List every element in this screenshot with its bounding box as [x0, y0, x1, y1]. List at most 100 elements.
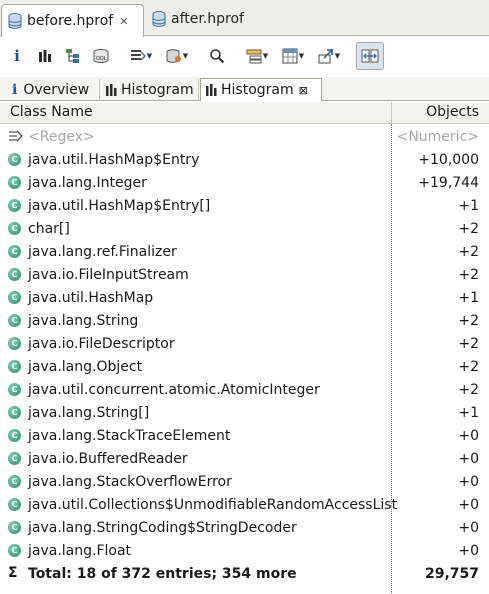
- class-name-cell: java.lang.Object: [28, 358, 143, 375]
- class-name-cell: java.lang.Float: [28, 542, 132, 559]
- column-divider[interactable]: [391, 102, 392, 124]
- objects-delta-cell: +10,000: [418, 151, 479, 168]
- table-body: <Regex> <Numeric> Cjava.util.HashMap$Ent…: [0, 125, 489, 585]
- editor-tab-after-hprof[interactable]: after.hprof: [146, 4, 250, 34]
- histogram-icon: [106, 84, 117, 96]
- class-icon: C: [8, 544, 21, 557]
- table-row[interactable]: Cjava.util.HashMap$Entry +10,000: [0, 148, 489, 171]
- dropdown-arrow-icon: ▼: [182, 52, 189, 60]
- compare-icon: [361, 49, 379, 63]
- table-row[interactable]: Cjava.lang.ref.Finalizer +2: [0, 240, 489, 263]
- class-icon: C: [8, 337, 21, 350]
- filter-icon: [9, 130, 23, 142]
- table-row[interactable]: Cjava.util.concurrent.atomic.AtomicInteg…: [0, 378, 489, 401]
- heap-dump-icon: [152, 11, 166, 27]
- tab-label: Overview: [23, 82, 90, 98]
- editor-tab-bar: before.hprof ✕ after.hprof: [0, 0, 489, 37]
- numeric-filter-input[interactable]: <Numeric>: [397, 129, 479, 145]
- overview-button[interactable]: i: [4, 43, 30, 69]
- histogram-table: Class Name Objects <Regex> <Numeric> Cja…: [0, 102, 489, 594]
- result-tab-bar: i Overview Histogram Histogram ⊠: [0, 77, 489, 102]
- search-icon: [210, 49, 225, 64]
- editor-tab-label: after.hprof: [171, 11, 244, 27]
- class-icon: C: [8, 452, 21, 465]
- class-icon: C: [8, 521, 21, 534]
- class-icon: C: [8, 245, 21, 258]
- total-value: 29,757: [424, 565, 479, 582]
- dominator-tree-button[interactable]: [60, 43, 86, 69]
- table-header: Class Name Objects: [0, 102, 489, 124]
- calculate-size-dropdown[interactable]: ▼: [276, 43, 310, 69]
- histogram-icon: [206, 84, 217, 96]
- export-dropdown[interactable]: ▼: [312, 43, 346, 69]
- class-name-cell: java.lang.Integer: [28, 174, 147, 191]
- filter-row[interactable]: <Regex> <Numeric>: [0, 125, 489, 148]
- class-icon: C: [8, 176, 21, 189]
- table-row[interactable]: Cjava.lang.String +2: [0, 309, 489, 332]
- objects-delta-cell: +2: [458, 358, 479, 375]
- query-browser-dropdown[interactable]: ▼: [160, 43, 194, 69]
- column-header-class-name[interactable]: Class Name: [10, 104, 93, 120]
- objects-delta-cell: +2: [458, 381, 479, 398]
- objects-delta-cell: +0: [458, 473, 479, 490]
- objects-delta-cell: +0: [458, 496, 479, 513]
- thread-icon: [130, 50, 146, 61]
- objects-delta-cell: +1: [458, 197, 479, 214]
- table-row[interactable]: Cjava.lang.Float +0: [0, 539, 489, 562]
- table-row[interactable]: Cjava.lang.Object +2: [0, 355, 489, 378]
- class-name-cell: java.lang.StackTraceElement: [28, 427, 231, 444]
- table-row[interactable]: Cchar[] +2: [0, 217, 489, 240]
- info-icon: i: [12, 82, 18, 98]
- dropdown-arrow-icon: ▼: [262, 52, 269, 60]
- class-icon: C: [8, 291, 21, 304]
- table-row[interactable]: Cjava.util.HashMap +1: [0, 286, 489, 309]
- group-by-dropdown[interactable]: ▼: [240, 43, 274, 69]
- total-row[interactable]: Σ Total: 18 of 372 entries; 354 more 29,75…: [0, 562, 489, 585]
- table-row[interactable]: Cjava.util.HashMap$Entry[] +1: [0, 194, 489, 217]
- class-name-cell: java.util.concurrent.atomic.AtomicIntege…: [28, 381, 320, 398]
- class-icon: C: [8, 360, 21, 373]
- info-icon: i: [14, 47, 20, 65]
- close-icon[interactable]: ⊠: [299, 84, 308, 97]
- histogram-button[interactable]: [32, 43, 58, 69]
- objects-delta-cell: +2: [458, 335, 479, 352]
- objects-delta-cell: +0: [458, 450, 479, 467]
- table-row[interactable]: Cjava.io.FileInputStream +2: [0, 263, 489, 286]
- table-row[interactable]: Cjava.io.FileDescriptor +2: [0, 332, 489, 355]
- class-name-cell: java.lang.String[]: [28, 404, 150, 421]
- table-row[interactable]: Cjava.lang.StackOverflowError +0: [0, 470, 489, 493]
- class-icon: C: [8, 314, 21, 327]
- search-button[interactable]: [204, 43, 230, 69]
- class-name-cell: java.io.BufferedReader: [28, 450, 188, 467]
- tab-overview[interactable]: i Overview: [8, 79, 100, 101]
- close-icon[interactable]: ✕: [119, 15, 128, 28]
- thread-overview-dropdown[interactable]: ▼: [124, 43, 158, 69]
- oql-button[interactable]: OQL: [88, 43, 114, 69]
- table-row[interactable]: Cjava.util.Collections$UnmodifiableRando…: [0, 493, 489, 516]
- export-icon: [318, 49, 333, 64]
- table-row[interactable]: Cjava.io.BufferedReader +0: [0, 447, 489, 470]
- editor-tab-label: before.hprof: [27, 13, 114, 29]
- objects-delta-cell: +0: [458, 427, 479, 444]
- group-icon: [246, 49, 262, 64]
- objects-delta-cell: +2: [458, 220, 479, 237]
- table-row[interactable]: Cjava.lang.Integer +19,744: [0, 171, 489, 194]
- objects-delta-cell: +2: [458, 312, 479, 329]
- table-row[interactable]: Cjava.lang.StringCoding$StringDecoder +0: [0, 516, 489, 539]
- class-name-cell: java.lang.String: [28, 312, 139, 329]
- class-name-cell: java.util.Collections$UnmodifiableRandom…: [28, 496, 398, 513]
- tab-histogram-before[interactable]: Histogram: [101, 79, 199, 101]
- regex-filter-input[interactable]: <Regex>: [28, 129, 95, 145]
- total-label: Total: 18 of 372 entries; 354 more: [28, 565, 297, 582]
- dropdown-arrow-icon: ▼: [298, 52, 305, 60]
- table-row[interactable]: Cjava.lang.StackTraceElement +0: [0, 424, 489, 447]
- class-name-cell: java.lang.StackOverflowError: [28, 473, 232, 490]
- tab-histogram-compare[interactable]: Histogram ⊠: [200, 78, 322, 102]
- editor-tab-before-hprof[interactable]: before.hprof ✕: [1, 4, 144, 37]
- compare-to-baseline-toggle[interactable]: [356, 42, 384, 70]
- class-name-cell: java.util.HashMap$Entry[]: [28, 197, 211, 214]
- class-icon: C: [8, 222, 21, 235]
- tab-label: Histogram: [221, 82, 294, 98]
- column-header-objects[interactable]: Objects: [426, 104, 479, 120]
- table-row[interactable]: Cjava.lang.String[] +1: [0, 401, 489, 424]
